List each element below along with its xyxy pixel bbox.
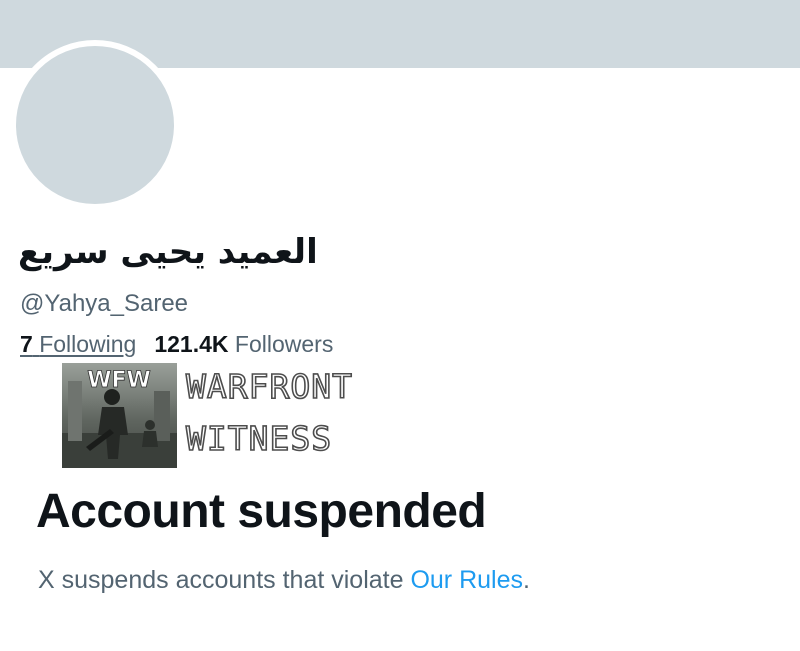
handle: @Yahya_Saree — [20, 290, 189, 317]
watermark-logo: WFW — [62, 363, 177, 468]
following-count: 7 — [20, 331, 33, 357]
profile-page: العميد يحيى سريع @Yahya_Saree 7 Followin… — [0, 0, 800, 651]
watermark-badge: WFW — [87, 368, 151, 393]
avatar[interactable] — [10, 40, 180, 210]
our-rules-link[interactable]: Our Rules — [410, 566, 523, 594]
followers-count: 121.4K — [154, 331, 229, 357]
suspended-title: Account suspended — [36, 485, 487, 538]
follow-stats: 7 Following 121.4K Followers — [20, 331, 333, 358]
display-name: العميد يحيى سريع — [18, 232, 318, 272]
watermark: WFW WARFRONT WITNESS — [62, 363, 382, 471]
suspended-description: X suspends accounts that violate Our Rul… — [38, 566, 530, 595]
description-period: . — [523, 566, 530, 594]
watermark-line2: WITNESS — [185, 418, 333, 459]
followers-link[interactable]: 121.4K Followers — [154, 331, 333, 357]
following-label: Following — [39, 331, 137, 357]
soldier-silhouette-icon: WFW — [62, 368, 177, 468]
following-link[interactable]: 7 Following — [20, 331, 136, 357]
watermark-line1: WARFRONT — [185, 366, 353, 407]
description-text: X suspends accounts that violate — [38, 566, 411, 594]
followers-label: Followers — [234, 331, 334, 357]
